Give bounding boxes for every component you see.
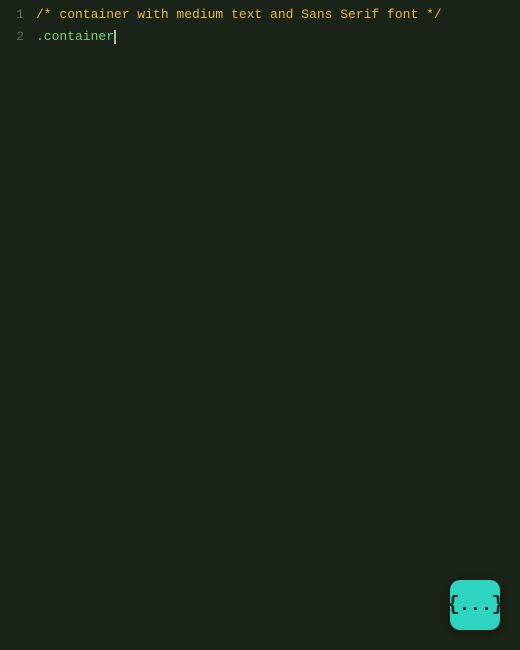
fab-icon: {...} [448,594,503,617]
code-line-2: 2 .container [0,26,520,48]
line-content-1: /* container with medium text and Sans S… [36,4,520,26]
code-line-1: 1 /* container with medium text and Sans… [0,4,520,26]
fab-button[interactable]: {...} [450,580,500,630]
line-number-2: 2 [0,26,36,48]
text-cursor [114,30,116,44]
line-content-2: .container [36,26,520,48]
line-number-1: 1 [0,4,36,26]
code-area: 1 /* container with medium text and Sans… [0,0,520,52]
code-editor: 1 /* container with medium text and Sans… [0,0,520,650]
